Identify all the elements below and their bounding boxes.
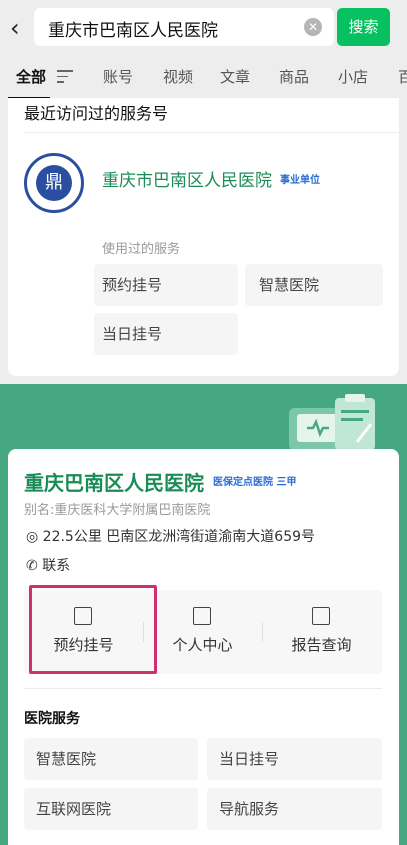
back-arrow-icon[interactable]: ‹ (10, 14, 30, 42)
filter-icon[interactable] (57, 70, 73, 84)
account-tag: 事业单位 (280, 175, 320, 186)
service-smart-hospital-button[interactable]: 智慧医院 (245, 264, 383, 306)
search-query[interactable]: 重庆市巴南区人民医院 (48, 16, 218, 41)
location-pin-icon: ◎ (26, 529, 43, 545)
quick-personal-center-label: 个人中心 (172, 636, 233, 654)
top-bar: ‹ 重庆市巴南区人民医院 ✕ 搜索 (0, 0, 407, 56)
hospital-logo-icon[interactable]: 鼎 (24, 153, 84, 213)
tab-stores[interactable]: 小店 (338, 66, 368, 87)
service-same-day-button[interactable]: 当日挂号 (94, 313, 238, 355)
quick-report-query[interactable]: 报告查询 (262, 590, 381, 674)
tab-articles[interactable]: 文章 (220, 66, 250, 87)
report-document-icon (312, 607, 330, 625)
tab-all[interactable]: 全部 (16, 66, 46, 87)
recent-title: 最近访问过的服务号 (24, 104, 169, 123)
contact-link[interactable]: ✆ 联系 (26, 555, 70, 575)
id-card-icon (193, 607, 211, 625)
quick-report-query-label: 报告查询 (291, 636, 352, 654)
quick-personal-center[interactable]: 个人中心 (143, 590, 262, 674)
phone-icon: ✆ (26, 558, 43, 574)
used-services-label: 使用过的服务 (102, 242, 181, 257)
navigation-service-button[interactable]: 导航服务 (207, 788, 382, 830)
tab-baike[interactable]: 百 (398, 66, 407, 87)
account-name[interactable]: 重庆市巴南区人民医院 (102, 166, 272, 191)
same-day-registration-button[interactable]: 当日挂号 (207, 738, 382, 780)
service-appointment-button[interactable]: 预约挂号 (94, 264, 238, 306)
hospital-address[interactable]: ◎ 22.5公里 巴南区龙洲湾街道渝南大道659号 (26, 526, 315, 546)
highlight-box (29, 585, 157, 674)
smart-hospital-button[interactable]: 智慧医院 (24, 738, 198, 780)
divider (24, 132, 399, 133)
category-tabs: 全部 账号 视频 文章 商品 小店 百 (0, 56, 407, 99)
hospital-card: 重庆巴南区人民医院 医保定点医院 三甲 别名:重庆医科大学附属巴南医院 ◎ 22… (8, 449, 399, 845)
services-title: 医院服务 (24, 711, 80, 727)
tab-videos[interactable]: 视频 (163, 66, 193, 87)
hospital-tags: 医保定点医院 三甲 (213, 477, 297, 488)
search-input[interactable]: 重庆市巴南区人民医院 ✕ (34, 8, 334, 46)
search-button[interactable]: 搜索 (337, 8, 390, 46)
hospital-alias: 别名:重庆医科大学附属巴南医院 (24, 503, 211, 518)
recent-services-card: 最近访问过的服务号 鼎 重庆市巴南区人民医院 事业单位 使用过的服务 预约挂号 … (8, 98, 399, 376)
tab-accounts[interactable]: 账号 (103, 66, 133, 87)
internet-hospital-button[interactable]: 互联网医院 (24, 788, 198, 830)
clear-icon[interactable]: ✕ (304, 18, 322, 36)
tab-products[interactable]: 商品 (279, 66, 309, 87)
hospital-name[interactable]: 重庆巴南区人民医院 (24, 467, 204, 496)
medical-clipboard-icon (289, 394, 375, 450)
divider (24, 688, 382, 689)
